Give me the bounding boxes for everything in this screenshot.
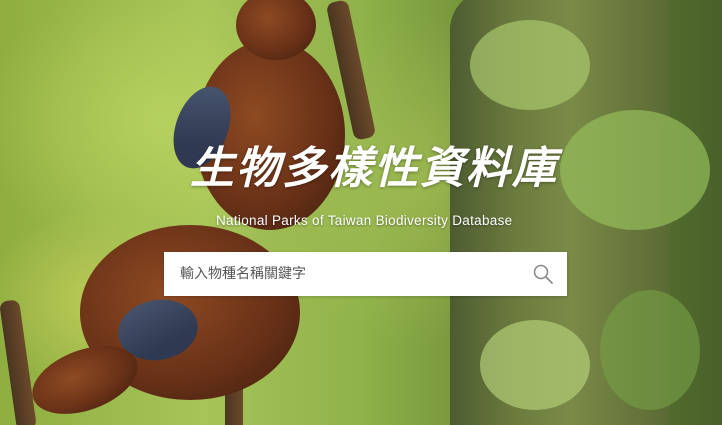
moss-image bbox=[600, 290, 700, 410]
search-button[interactable] bbox=[519, 252, 567, 296]
page-subtitle: National Parks of Taiwan Biodiversity Da… bbox=[216, 213, 513, 228]
moss-image bbox=[480, 320, 590, 410]
search-icon bbox=[533, 264, 553, 284]
moss-image bbox=[470, 20, 590, 110]
moss-image bbox=[560, 110, 710, 230]
search-input[interactable] bbox=[164, 252, 519, 296]
branch-image bbox=[0, 299, 37, 425]
search-bar bbox=[164, 252, 567, 296]
page-title: 生物多樣性資料庫 bbox=[190, 143, 558, 194]
